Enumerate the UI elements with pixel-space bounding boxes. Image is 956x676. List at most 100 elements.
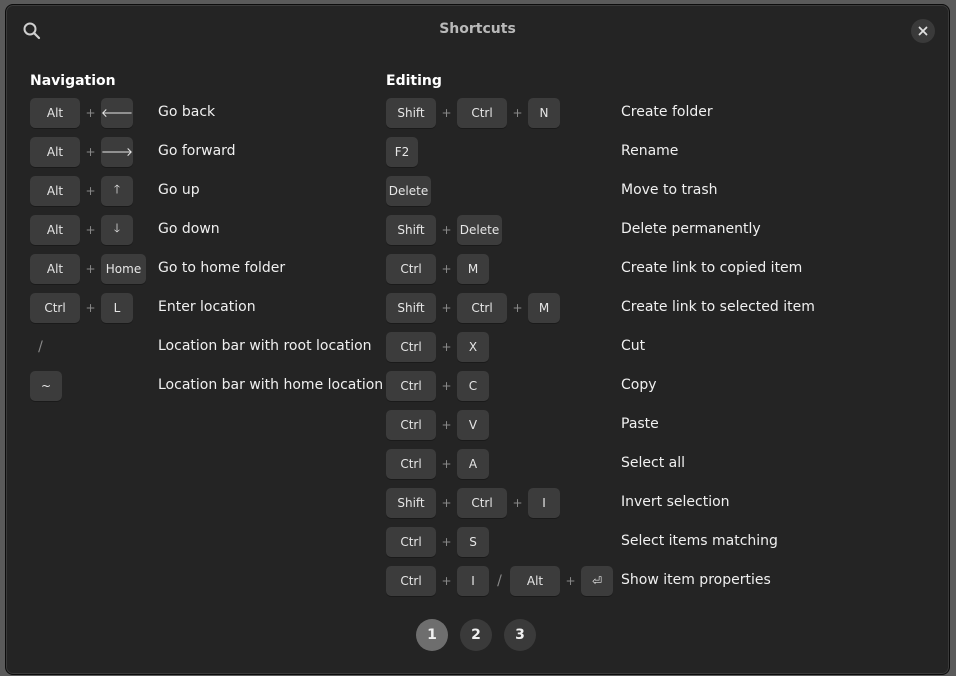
shortcut-description: Enter location — [158, 299, 256, 315]
shortcut-keys: Alt + 🡐 — [30, 97, 133, 128]
shortcut-keys: Shift + Ctrl + I — [386, 487, 560, 518]
keycap: Ctrl — [386, 253, 436, 284]
shortcut-description: Go up — [158, 182, 200, 198]
page-button-1[interactable]: 1 — [416, 619, 448, 651]
keycap: 🡑 — [101, 175, 133, 206]
shortcut-row: / Location bar with root location — [30, 331, 375, 370]
header-bar: Shortcuts — [6, 5, 949, 56]
keycap: ⏎ — [581, 565, 613, 596]
plus-separator: + — [441, 339, 452, 354]
plus-separator: + — [441, 417, 452, 432]
keycap: N — [528, 97, 560, 128]
shortcut-row: Ctrl + A Select all — [386, 448, 906, 487]
window-title: Shortcuts — [439, 21, 516, 37]
keycap: Delete — [457, 214, 502, 245]
keycap: Alt — [510, 565, 560, 596]
shortcut-description: Location bar with home location — [158, 377, 384, 393]
plus-separator: + — [441, 105, 452, 120]
keycap: ~ — [30, 370, 62, 401]
shortcut-keys: Ctrl + C — [386, 370, 489, 401]
keycap: Home — [101, 253, 146, 284]
shortcut-row: Shift + Delete Delete permanently — [386, 214, 906, 253]
editing-title: Editing — [386, 73, 442, 89]
shortcut-keys: Ctrl + L — [30, 292, 133, 323]
plus-separator: + — [512, 300, 523, 315]
keycap: A — [457, 448, 489, 479]
shortcut-keys: Alt + Home — [30, 253, 146, 284]
keycap: Shift — [386, 97, 436, 128]
shortcut-keys: Shift + Ctrl + M — [386, 292, 560, 323]
shortcut-row: F2 Rename — [386, 136, 906, 175]
or-separator: / — [497, 572, 502, 589]
keycap: F2 — [386, 136, 418, 167]
keycap: C — [457, 370, 489, 401]
plus-separator: + — [441, 456, 452, 471]
plus-separator: + — [565, 573, 576, 588]
plus-separator: + — [441, 378, 452, 393]
keycap: Alt — [30, 175, 80, 206]
shortcut-description: Create folder — [621, 104, 713, 120]
shortcut-description: Go back — [158, 104, 216, 120]
keycap: M — [457, 253, 489, 284]
shortcut-keys: Ctrl + V — [386, 409, 489, 440]
plus-separator: + — [85, 105, 96, 120]
keycap: Ctrl — [457, 97, 507, 128]
shortcut-description: Move to trash — [621, 182, 718, 198]
plus-separator: + — [441, 300, 452, 315]
shortcut-row: Alt + 🡓 Go down — [30, 214, 375, 253]
navigation-title: Navigation — [30, 73, 116, 89]
shortcut-description: Create link to copied item — [621, 260, 803, 276]
shortcuts-window: Shortcuts Navigation Alt + 🡐 Go back Alt + 🡒 Go… — [5, 4, 950, 675]
shortcut-description: Paste — [621, 416, 659, 432]
shortcut-keys: Delete — [386, 175, 431, 206]
shortcut-description: Delete permanently — [621, 221, 761, 237]
keycap: Shift — [386, 214, 436, 245]
plus-separator: + — [85, 183, 96, 198]
keycap: L — [101, 292, 133, 323]
shortcut-keys: / — [30, 331, 51, 362]
shortcut-keys: Alt + 🡓 — [30, 214, 133, 245]
shortcut-description: Create link to selected item — [621, 299, 815, 315]
shortcut-row: Shift + Ctrl + M Create link to selected item — [386, 292, 906, 331]
shortcut-keys: ~ — [30, 370, 62, 401]
keycap: Ctrl — [386, 526, 436, 557]
shortcut-row: Alt + 🡐 Go back — [30, 97, 375, 136]
keycap: Alt — [30, 136, 80, 167]
page-button-3[interactable]: 3 — [504, 619, 536, 651]
keycap: 🡒 — [101, 136, 133, 167]
shortcut-keys: Ctrl + I / Alt + ⏎ — [386, 565, 613, 596]
shortcut-row: Alt + 🡑 Go up — [30, 175, 375, 214]
keycap: I — [528, 487, 560, 518]
keycap: Alt — [30, 214, 80, 245]
plus-separator: + — [441, 261, 452, 276]
shortcut-row: Delete Move to trash — [386, 175, 906, 214]
shortcut-keys: Alt + 🡑 — [30, 175, 133, 206]
shortcut-row: Ctrl + I / Alt + ⏎ Show item properties — [386, 565, 906, 604]
shortcut-row: Shift + Ctrl + I Invert selection — [386, 487, 906, 526]
page-switcher: 123 — [416, 619, 536, 651]
keycap: Alt — [30, 97, 80, 128]
shortcut-keys: Ctrl + A — [386, 448, 489, 479]
shortcut-description: Go to home folder — [158, 260, 286, 276]
shortcut-row: Ctrl + L Enter location — [30, 292, 375, 331]
page-button-2[interactable]: 2 — [460, 619, 492, 651]
plus-separator: + — [85, 222, 96, 237]
shortcut-keys: Ctrl + S — [386, 526, 489, 557]
close-icon — [918, 26, 928, 36]
keycap: Ctrl — [386, 409, 436, 440]
shortcut-description: Show item properties — [621, 572, 771, 588]
shortcut-keys: Alt + 🡒 — [30, 136, 133, 167]
shortcut-row: Ctrl + X Cut — [386, 331, 906, 370]
shortcut-keys: Ctrl + X — [386, 331, 489, 362]
keycap: V — [457, 409, 489, 440]
shortcut-row: Ctrl + M Create link to copied item — [386, 253, 906, 292]
keycap: Ctrl — [386, 565, 436, 596]
keycap: 🡓 — [101, 214, 133, 245]
close-button[interactable] — [911, 19, 935, 43]
keycap: Delete — [386, 175, 431, 206]
editing-section: Editing Shift + Ctrl + N Create folder F2 Renam… — [386, 71, 906, 604]
shortcut-row: Shift + Ctrl + N Create folder — [386, 97, 906, 136]
navigation-section: Navigation Alt + 🡐 Go back Alt + 🡒 Go forward Al… — [30, 71, 383, 409]
keycap: Ctrl — [30, 292, 80, 323]
plus-separator: + — [441, 495, 452, 510]
